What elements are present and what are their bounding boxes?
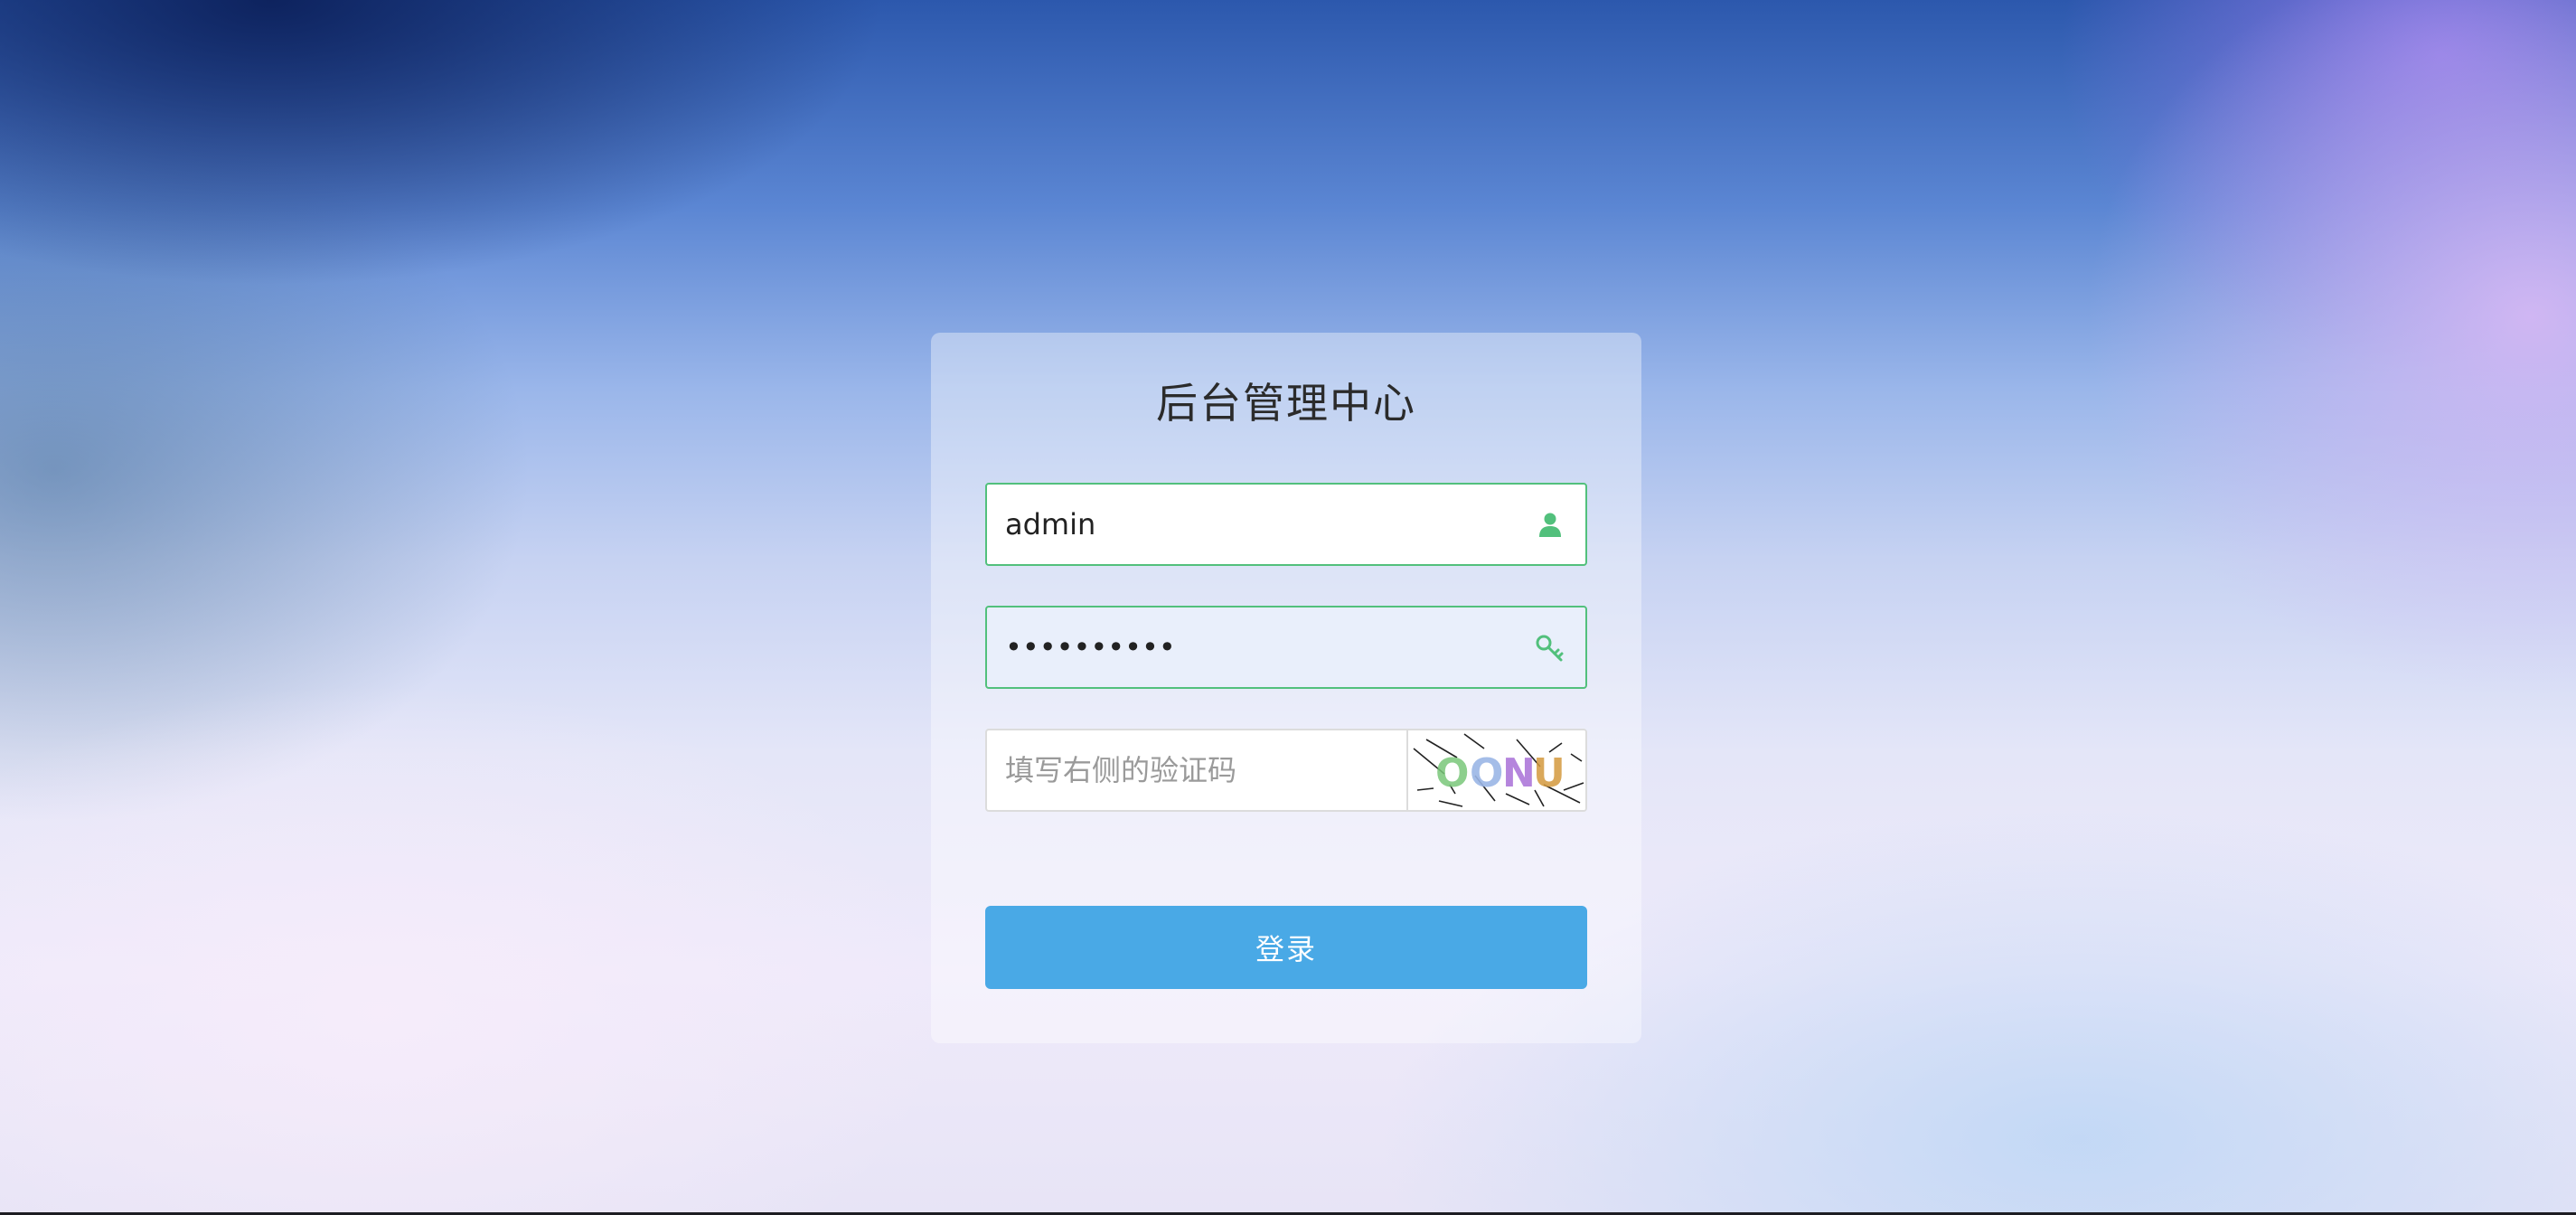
password-field-container: [985, 606, 1587, 689]
captcha-graphic: O O N U: [1413, 733, 1584, 807]
page-title: 后台管理中心: [1156, 379, 1416, 428]
login-page: 后台管理中心 admin 填写右侧的验证码 O O N U 登录: [0, 0, 2576, 1215]
captcha-char-1: O: [1435, 750, 1469, 796]
password-input[interactable]: [987, 608, 1493, 687]
username-field-container: [985, 483, 1587, 566]
captcha-char-4: U: [1533, 750, 1565, 796]
key-icon: [1536, 635, 1564, 662]
captcha-image[interactable]: O O N U: [1406, 730, 1585, 810]
captcha-input[interactable]: [987, 730, 1406, 810]
captcha-char-2: O: [1470, 750, 1503, 796]
username-input[interactable]: [987, 485, 1493, 564]
captcha-char-3: N: [1502, 750, 1536, 796]
login-card: 后台管理中心 admin 填写右侧的验证码 O O N U 登录: [931, 333, 1641, 1043]
user-icon: [1539, 513, 1561, 537]
login-button[interactable]: 登录: [985, 906, 1587, 989]
captcha-field-container: O O N U: [985, 729, 1587, 812]
